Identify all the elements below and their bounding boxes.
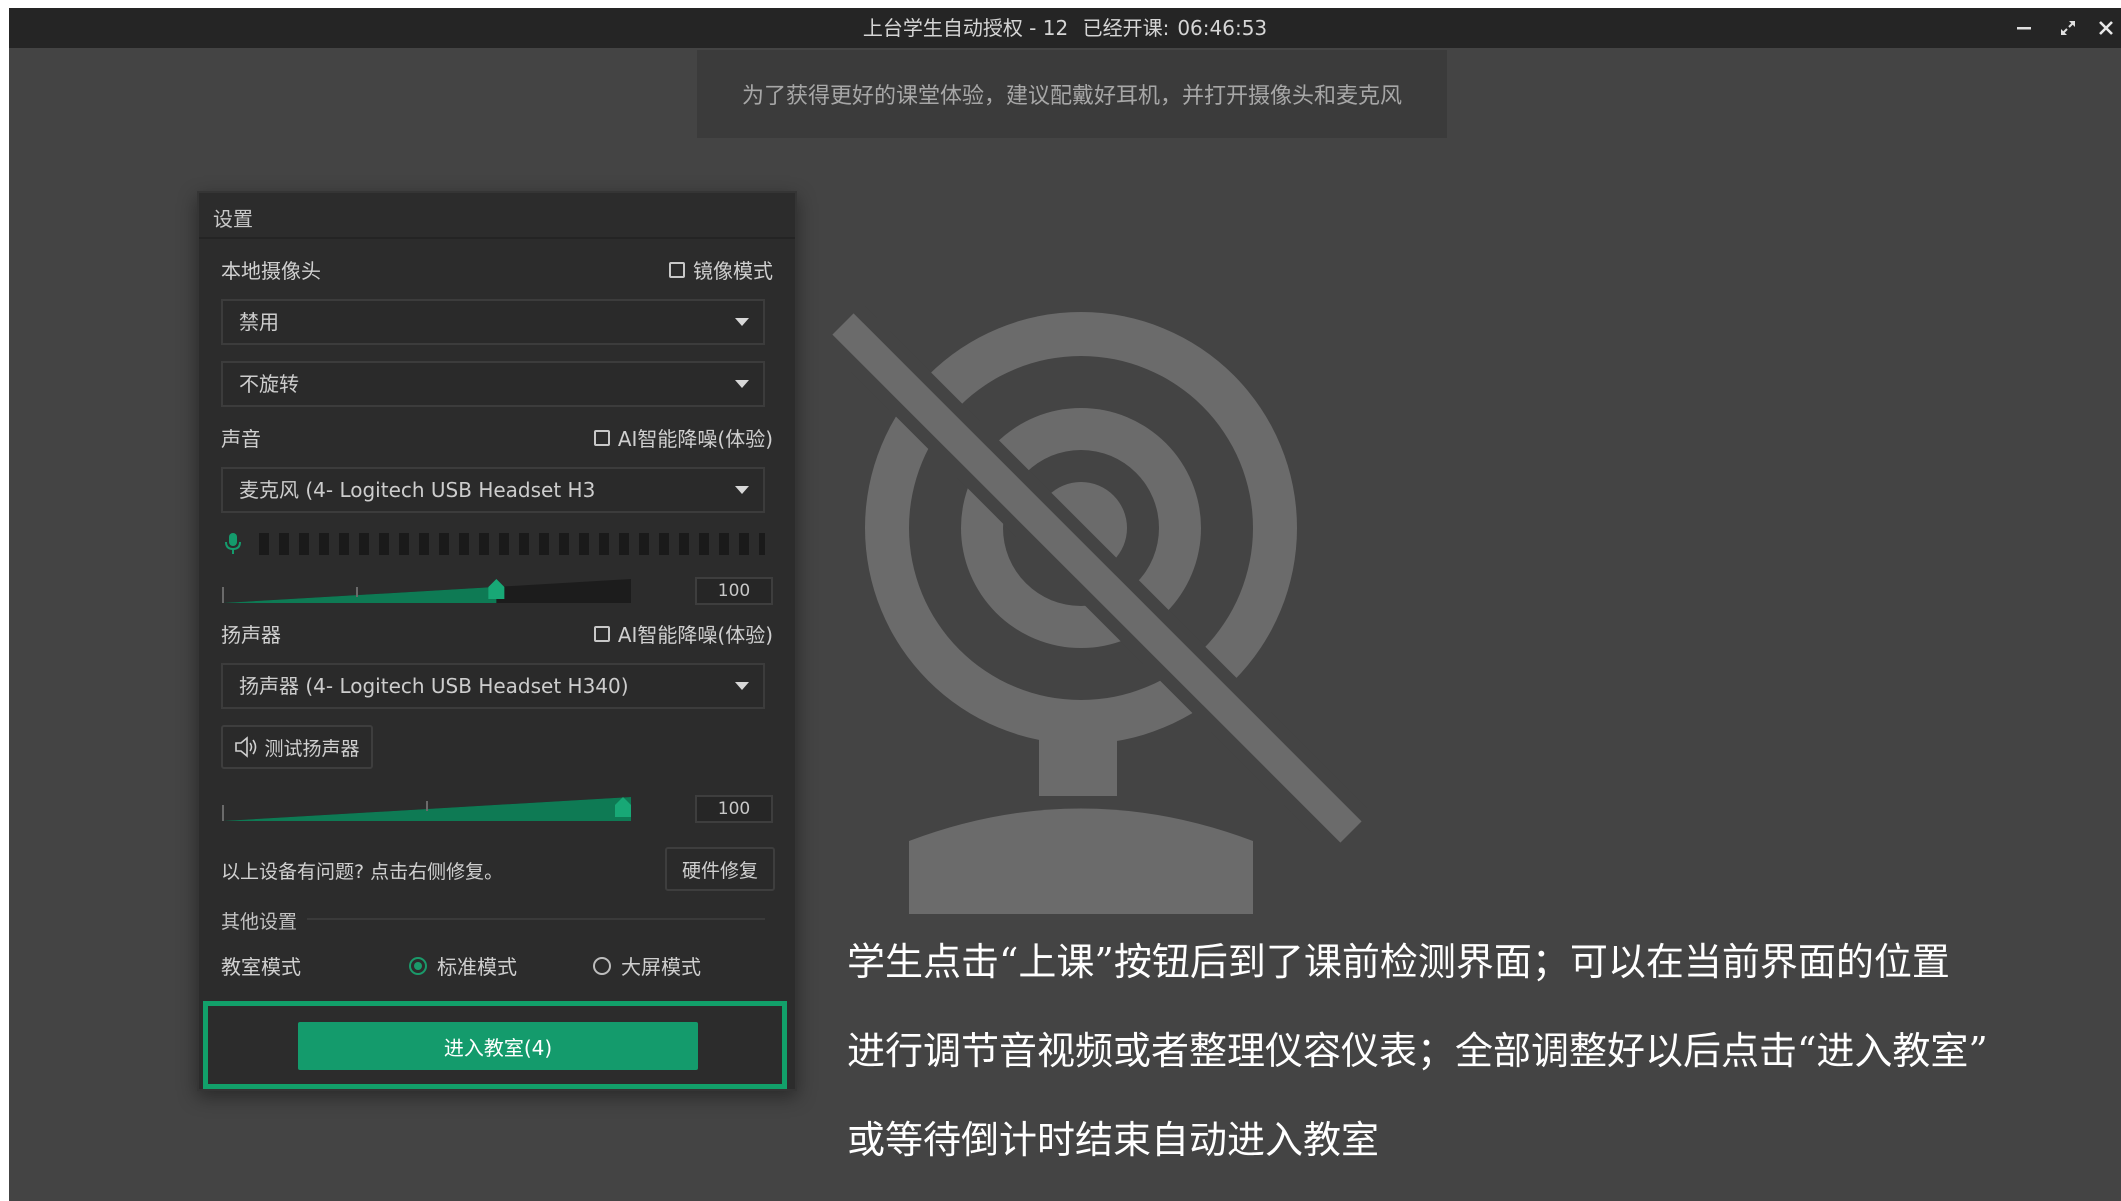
camera-label: 本地摄像头 [221,259,321,283]
settings-title: 设置 [213,207,253,231]
speaker-volume-value[interactable]: 100 [695,795,773,823]
device-tip-banner: 为了获得更好的课堂体验，建议配戴好耳机，并打开摄像头和麦克风 [697,50,1447,138]
test-speaker-button[interactable]: 测试扬声器 [221,725,373,769]
camera-rotation-select[interactable]: 不旋转 [221,361,765,407]
enter-classroom-button[interactable]: 进入教室(4) [298,1022,698,1070]
title-bar: 上台学生自动授权 - 12 已经开课: 06:46:53 [9,8,2121,48]
mic-volume-slider[interactable] [221,573,631,609]
caption-line: 或等待倒计时结束自动进入教室 [847,1118,1380,1162]
elapsed-label: 已经开课: [1082,16,1170,40]
mic-ai-denoise-checkbox[interactable]: AI智能降噪(体验) [593,423,773,452]
mic-level-bars [259,533,765,555]
chevron-down-icon [735,380,749,388]
caption-line: 进行调节音视频或者整理仪容仪表；全部调整好以后点击“进入教室” [847,1029,1988,1073]
mirror-mode-checkbox[interactable]: 镜像模式 [669,255,773,284]
chevron-down-icon [735,682,749,690]
speaker-label: 扬声器 [221,623,281,647]
sound-label: 声音 [221,427,261,451]
mode-large-label: 大屏模式 [621,955,701,979]
mic-volume-track [222,579,631,603]
caption-line: 学生点击“上课”按钮后到了课前检测界面；可以在当前界面的位置 [847,940,1950,984]
other-settings-label: 其他设置 [221,911,298,933]
speaker-volume-slider[interactable] [221,791,631,827]
speaker-icon [235,736,257,758]
speaker-volume-track [222,797,631,821]
speaker-ai-denoise-checkbox[interactable]: AI智能降噪(体验) [593,619,773,648]
hardware-repair-button[interactable]: 硬件修复 [665,847,775,891]
section-divider [307,918,765,920]
camera-rotation-value: 不旋转 [239,372,299,396]
mic-ai-denoise-label: AI智能降噪(体验) [617,427,773,451]
speaker-device-select[interactable]: 扬声器 (4- Logitech USB Headset H340) [221,663,765,709]
close-icon [2099,21,2113,35]
mode-large-radio[interactable]: 大屏模式 [593,951,701,980]
radio-selected-icon[interactable] [409,956,427,975]
mirror-mode-box[interactable] [669,261,685,278]
minimize-button[interactable] [2009,14,2039,42]
speaker-ai-denoise-label: AI智能降噪(体验) [617,623,773,647]
elapsed-time: 06:46:53 [1177,16,1268,40]
radio-unselected-icon[interactable] [593,956,611,975]
speaker-ai-denoise-box[interactable] [593,625,610,642]
settings-panel: 设置 本地摄像头 镜像模式 禁用 不旋转 声音 AI智能降噪(体验) 麦克风 (… [197,191,797,1091]
mirror-mode-label: 镜像模式 [693,259,773,283]
chevron-down-icon [735,318,749,326]
close-button[interactable] [2091,14,2121,42]
enter-highlight-frame: 进入教室(4) [203,1001,787,1089]
microphone-device-value: 麦克风 (4- Logitech USB Headset H3 [239,478,596,502]
speaker-device-value: 扬声器 (4- Logitech USB Headset H340) [239,674,629,698]
mic-volume-value[interactable]: 100 [695,577,773,605]
classroom-mode-label: 教室模式 [221,955,301,979]
mode-standard-label: 标准模式 [437,955,517,979]
microphone-icon [225,533,241,554]
instruction-caption: 学生点击“上课”按钮后到了课前检测界面；可以在当前界面的位置 进行调节音视频或者… [847,918,2087,1185]
camera-device-select[interactable]: 禁用 [221,299,765,345]
camera-off-icon [829,306,1371,914]
mic-ai-denoise-box[interactable] [593,429,610,446]
settings-header: 设置 [199,193,795,239]
camera-device-value: 禁用 [239,310,279,334]
test-speaker-label: 测试扬声器 [264,737,360,760]
classroom-window: 上台学生自动授权 - 12 已经开课: 06:46:53 为了获得更好的课堂体验，… [9,8,2121,1201]
chevron-down-icon [735,486,749,494]
window-title: 上台学生自动授权 - 12 已经开课: 06:46:53 [9,8,2121,48]
repair-hint: 以上设备有问题? 点击右侧修复。 [221,861,504,883]
restore-button[interactable] [2053,14,2083,42]
window-title-text: 上台学生自动授权 - 12 [862,16,1069,40]
mode-standard-radio[interactable]: 标准模式 [409,951,517,980]
mic-level-meter [221,531,765,557]
microphone-device-select[interactable]: 麦克风 (4- Logitech USB Headset H3 [221,467,765,513]
minimize-icon [2017,27,2031,30]
restore-icon [2061,21,2075,35]
